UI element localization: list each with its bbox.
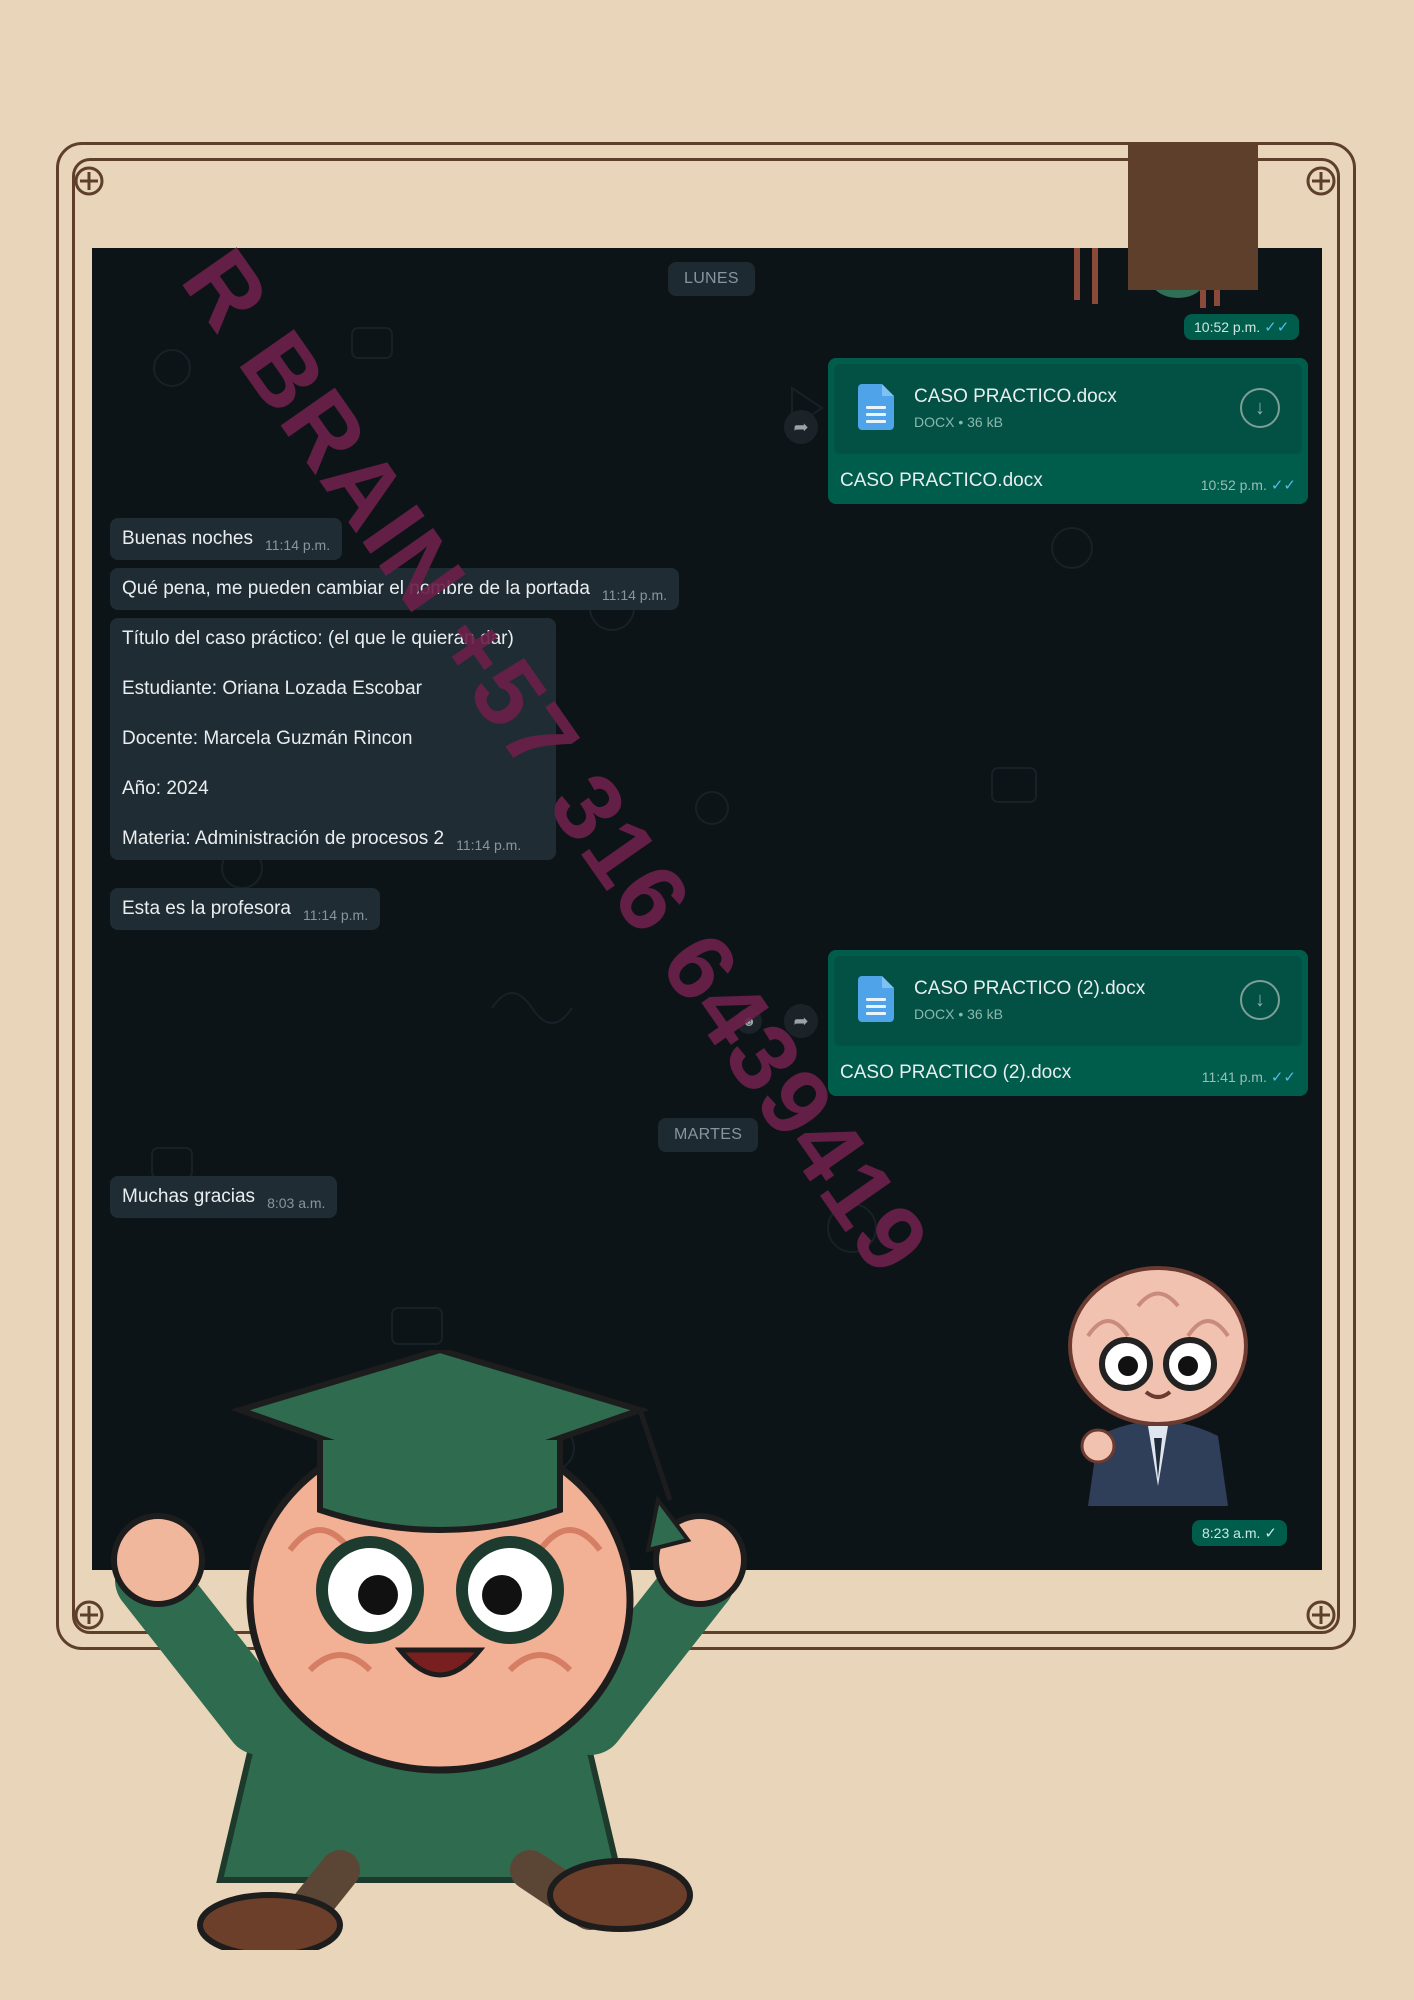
message-time: 11:41 p.m. ✓✓ bbox=[1201, 1069, 1296, 1086]
message-text: Qué pena, me pueden cambiar el nombre de… bbox=[122, 578, 590, 599]
double-check-icon: ✓✓ bbox=[1264, 319, 1290, 336]
message-line: Año: 2024 bbox=[122, 778, 209, 799]
document-meta: DOCX • 36 kB bbox=[914, 1006, 1003, 1022]
document-preview: CASO PRACTICO (2).docx DOCX • 36 kB ↓ bbox=[834, 956, 1302, 1046]
forward-icon[interactable]: ➦ bbox=[784, 410, 818, 444]
message-time: 8:03 a.m. bbox=[267, 1195, 326, 1211]
sticker-timestamp: 8:23 a.m. ✓ bbox=[1192, 1520, 1287, 1546]
bookmark-ribbon bbox=[1128, 142, 1258, 290]
message-time: 11:14 p.m. bbox=[601, 587, 668, 603]
document-icon bbox=[858, 384, 894, 430]
message-line: Materia: Administración de procesos 2 11:… bbox=[122, 828, 522, 853]
incoming-message: Muchas gracias 8:03 a.m. bbox=[110, 1176, 338, 1218]
download-icon[interactable]: ↓ bbox=[1240, 388, 1280, 428]
document-icon bbox=[858, 976, 894, 1022]
document-preview: CASO PRACTICO.docx DOCX • 36 kB ↓ bbox=[834, 364, 1302, 454]
document-meta: DOCX • 36 kB bbox=[914, 414, 1003, 430]
document-caption: CASO PRACTICO.docx bbox=[840, 470, 1043, 491]
message-time: 11:14 p.m. bbox=[302, 907, 369, 923]
document-message[interactable]: CASO PRACTICO.docx DOCX • 36 kB ↓ CASO P… bbox=[828, 358, 1308, 504]
double-check-icon: ✓✓ bbox=[1270, 477, 1296, 494]
graduate-brain-mascot bbox=[111, 1350, 747, 1950]
corner-ornament-bottom-left bbox=[74, 1600, 104, 1630]
timestamp: 10:52 p.m. bbox=[1194, 319, 1261, 335]
double-check-icon: ✓✓ bbox=[1270, 1069, 1296, 1086]
single-check-icon: ✓ bbox=[1264, 1525, 1277, 1542]
day-label-monday: LUNES bbox=[668, 262, 755, 296]
message-text: Muchas gracias bbox=[122, 1186, 256, 1207]
corner-ornament-bottom-right bbox=[1306, 1600, 1336, 1630]
incoming-message: Buenas noches 11:14 p.m. bbox=[110, 518, 343, 560]
sticker-timestamp: 10:52 p.m. ✓✓ bbox=[1184, 314, 1300, 340]
message-time: 11:14 p.m. bbox=[265, 537, 331, 553]
document-caption: CASO PRACTICO (2).docx bbox=[840, 1062, 1072, 1083]
timestamp: 8:23 a.m. bbox=[1202, 1525, 1261, 1541]
corner-ornament-top-left bbox=[74, 166, 104, 196]
corner-ornament-top-right bbox=[1306, 166, 1336, 196]
message-time: 10:52 p.m. ✓✓ bbox=[1200, 477, 1296, 494]
document-name: CASO PRACTICO (2).docx bbox=[914, 978, 1146, 999]
download-icon[interactable]: ↓ bbox=[1240, 980, 1280, 1020]
incoming-message: Esta es la profesora 11:14 p.m. bbox=[110, 888, 381, 930]
document-message[interactable]: CASO PRACTICO (2).docx DOCX • 36 kB ↓ CA… bbox=[828, 950, 1308, 1096]
message-text: Esta es la profesora bbox=[122, 898, 291, 919]
brain-sticker-image bbox=[1068, 1266, 1248, 1506]
message-time: 11:14 p.m. bbox=[456, 837, 522, 853]
message-text: Buenas noches bbox=[122, 528, 253, 549]
document-name: CASO PRACTICO.docx bbox=[914, 386, 1117, 407]
